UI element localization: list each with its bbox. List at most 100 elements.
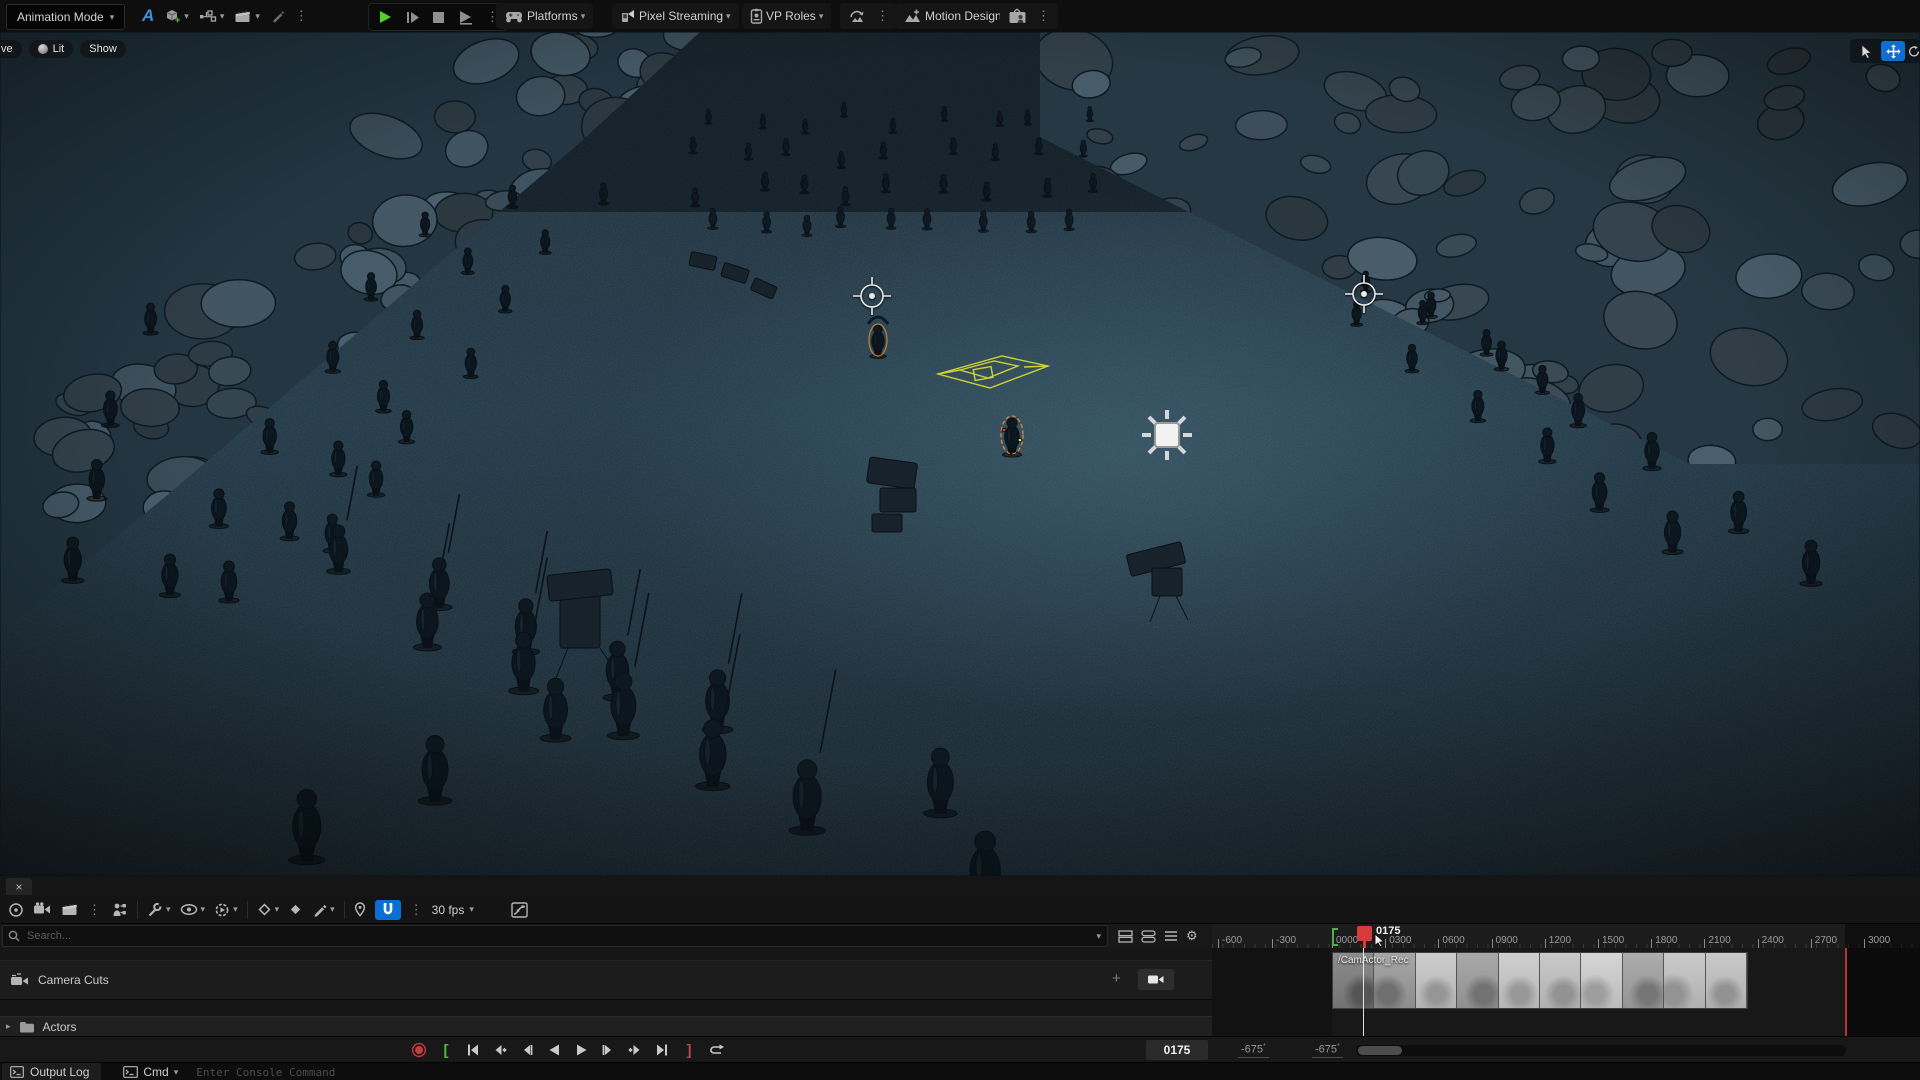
view-range-end-spinbox[interactable]: -675* <box>1312 1043 1343 1058</box>
timeline-track-area[interactable]: /CamActor_Rec <box>1212 948 1920 1036</box>
transport-bar: [ ] 0175 -675* -675* <box>0 1036 1920 1063</box>
playhead-line[interactable] <box>1363 948 1364 1036</box>
vp-roles-button[interactable]: VP Roles ▾ <box>750 8 823 24</box>
blueprints-button[interactable]: ▾ <box>199 9 225 23</box>
filmstrip-frame <box>1623 953 1664 1008</box>
filmstrip-frame <box>1664 953 1705 1008</box>
create-camera-icon[interactable] <box>33 902 52 917</box>
search-input[interactable] <box>25 929 1096 943</box>
close-icon: × <box>15 880 22 894</box>
save-icon[interactable] <box>8 902 24 918</box>
animation-icon[interactable]: A <box>142 6 154 26</box>
play-reverse-button[interactable] <box>543 1040 565 1060</box>
chevron-down-icon: ▾ <box>330 905 335 914</box>
more-options-icon[interactable]: ⋮ <box>876 8 889 24</box>
to-front-button[interactable] <box>462 1040 484 1060</box>
more-options-icon[interactable]: ⋮ <box>88 902 101 918</box>
play-button[interactable] <box>377 9 393 25</box>
media-capture-icon[interactable] <box>1008 8 1027 24</box>
add-actor-button[interactable]: + ▾ <box>164 8 189 24</box>
edit-options-icon[interactable]: ▾ <box>312 902 335 917</box>
view-range-start-spinbox[interactable]: -675* <box>1238 1043 1269 1058</box>
to-end-button[interactable] <box>651 1040 673 1060</box>
next-key-button[interactable] <box>624 1040 646 1060</box>
stop-button[interactable] <box>432 11 445 24</box>
playback-start-bracket[interactable] <box>1332 928 1338 946</box>
more-options-icon[interactable]: ⋮ <box>295 8 308 24</box>
pixel-streaming-button[interactable]: Pixel Streaming ▾ <box>620 8 731 24</box>
output-log-button[interactable]: Output Log <box>2 1063 101 1080</box>
camera-actor-gizmo[interactable] <box>850 274 894 318</box>
render-movie-icon[interactable] <box>61 902 79 917</box>
camera-cuts-track-row[interactable]: Camera Cuts + <box>0 960 1212 1000</box>
timeline-ruler[interactable]: 0175 -600-300000003000600090012001500180… <box>1212 924 1920 949</box>
gear-icon[interactable]: ⚙ <box>1186 928 1198 944</box>
motion-design-label: Motion Design <box>925 9 1002 23</box>
eye-icon[interactable]: ▾ <box>180 903 206 916</box>
set-start-button[interactable]: [ <box>435 1040 457 1060</box>
mouse-cursor <box>1374 933 1386 948</box>
add-section-button[interactable]: + <box>1112 970 1121 987</box>
record-button[interactable] <box>408 1040 430 1060</box>
timeline-scrollbar[interactable] <box>1356 1045 1846 1056</box>
chevron-down-icon: ▾ <box>110 13 115 22</box>
motion-design-button[interactable]: Motion Design <box>904 8 1002 24</box>
collapse-rows-icon[interactable] <box>1118 930 1133 943</box>
filmstrip-frame <box>1499 953 1540 1008</box>
scrollbar-thumb[interactable] <box>1358 1046 1402 1055</box>
snap-magnet-button[interactable] <box>375 900 401 920</box>
console-command-input[interactable] <box>194 1065 758 1080</box>
curve-editor-icon[interactable] <box>511 902 528 918</box>
wrench-icon[interactable]: ▾ <box>147 902 171 918</box>
expander-icon[interactable]: ▸ <box>6 1021 11 1032</box>
rotate-tool-button[interactable] <box>1908 41 1920 61</box>
close-tab-button[interactable]: × <box>6 878 32 895</box>
track-label: Actors <box>43 1020 77 1034</box>
select-tool-button[interactable] <box>1854 41 1878 61</box>
modify-brush-icon[interactable] <box>270 9 285 24</box>
pin-icon[interactable] <box>354 902 366 917</box>
cinematics-button[interactable]: ▾ <box>234 9 260 24</box>
unreal-editor-window: Animation Mode ▾ A + ▾ ▾ ▾ ⋮ <box>0 0 1920 1080</box>
playback-options-icon[interactable]: ▾ <box>214 902 238 918</box>
loop-button[interactable] <box>705 1040 727 1060</box>
mode-selector[interactable]: Animation Mode ▾ <box>6 4 125 30</box>
perspective-pill[interactable]: ve <box>0 40 22 58</box>
ruler-tick: -300 <box>1272 939 1273 948</box>
show-pill[interactable]: Show <box>80 40 126 58</box>
move-tool-button[interactable] <box>1881 41 1905 61</box>
current-frame-display[interactable]: 0175 <box>1146 1040 1208 1060</box>
camera-selection-wireframe[interactable] <box>930 342 1060 422</box>
view-mode-pill[interactable]: Lit <box>29 40 74 58</box>
level-viewport[interactable]: ve Lit Show <box>0 32 1920 876</box>
play-forward-button[interactable] <box>570 1040 592 1060</box>
step-forward-button[interactable] <box>597 1040 619 1060</box>
step-back-button[interactable] <box>516 1040 538 1060</box>
lock-camera-button[interactable] <box>1138 969 1174 990</box>
set-end-button[interactable]: ] <box>678 1040 700 1060</box>
expand-rows-icon[interactable] <box>1141 930 1156 943</box>
launch-button[interactable] <box>457 10 474 25</box>
more-options-icon[interactable]: ⋮ <box>1037 8 1050 24</box>
switch-level-icon[interactable] <box>848 8 866 24</box>
actors-folder-row[interactable]: ▸ Actors <box>0 1016 1212 1036</box>
frame-skip-button[interactable] <box>405 10 420 25</box>
ruler-tick: 1500 <box>1598 939 1599 948</box>
list-view-icon[interactable] <box>1164 930 1178 942</box>
search-filter-chevron-icon[interactable]: ▾ <box>1096 932 1101 941</box>
bind-actor-icon[interactable] <box>110 902 128 918</box>
previous-key-button[interactable] <box>489 1040 511 1060</box>
chevron-down-icon: ▾ <box>819 12 824 21</box>
fps-dropdown[interactable]: 30 fps ▾ <box>432 903 474 917</box>
auto-key-icon[interactable] <box>288 902 303 917</box>
search-box[interactable]: ▾ <box>2 925 1108 947</box>
folder-icon <box>19 1021 35 1033</box>
light-actor-gizmo[interactable] <box>1138 406 1196 464</box>
keyframe-options-icon[interactable]: ▾ <box>257 902 280 917</box>
playhead-handle[interactable] <box>1357 926 1372 941</box>
chevron-down-icon: ▾ <box>581 12 586 21</box>
more-options-icon[interactable]: ⋮ <box>410 902 423 918</box>
camera-actor-gizmo[interactable] <box>1342 272 1386 316</box>
cmd-dropdown[interactable]: Cmd ▾ <box>123 1065 178 1079</box>
platforms-button[interactable]: Platforms ▾ <box>504 9 585 23</box>
